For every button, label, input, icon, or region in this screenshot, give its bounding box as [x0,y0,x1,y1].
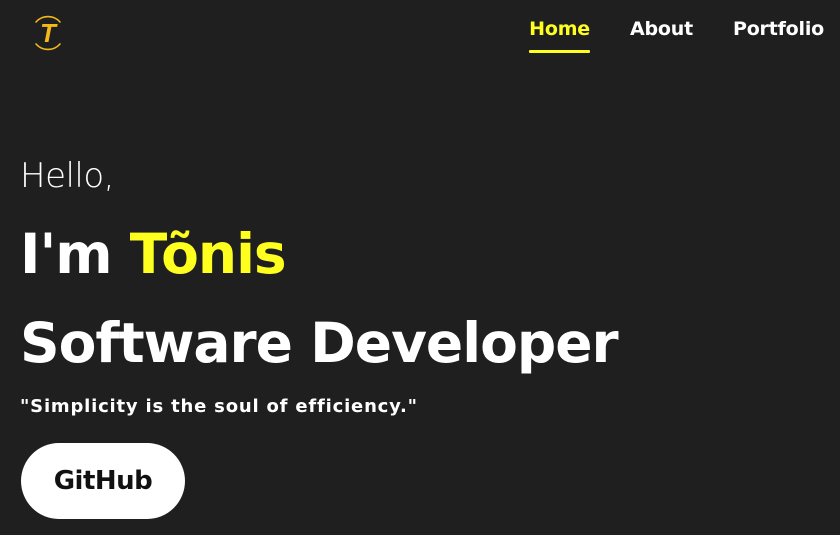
hero-intro-prefix: I'm [20,222,130,286]
hero-intro: I'm Tõnis [20,222,287,286]
hero-name: Tõnis [129,222,287,286]
github-button[interactable]: GitHub [21,443,185,519]
main-nav: Home About Portfolio [529,18,824,53]
t-letter-logo-icon: T [35,15,61,51]
nav-item-about[interactable]: About [630,18,693,49]
nav-item-home[interactable]: Home [529,18,590,53]
hero-quote: "Simplicity is the soul of efficiency." [20,396,418,417]
hero-greeting: Hello, [20,156,115,196]
page: T Home About Portfolio Hello, I'm Tõnis … [0,0,840,535]
hero-role: Software Developer [20,311,619,375]
site-logo[interactable]: T [30,10,66,56]
nav-item-portfolio[interactable]: Portfolio [733,18,824,49]
logo-letter: T [40,18,58,48]
